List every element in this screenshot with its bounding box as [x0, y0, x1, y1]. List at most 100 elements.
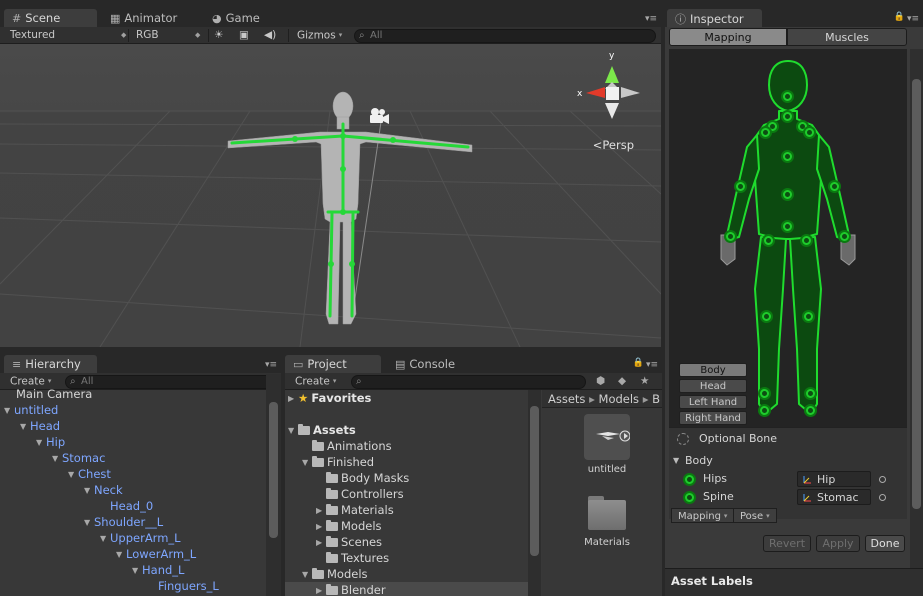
tree-item[interactable]: Main Camera	[0, 386, 92, 402]
chevron-down-icon[interactable]: ▼	[84, 483, 94, 499]
joint-right-lower-leg[interactable]	[760, 310, 773, 323]
hips-bone-field[interactable]: Hip	[797, 471, 871, 487]
project-folder-row[interactable]: ▼ Finished	[285, 454, 528, 470]
part-button-right-hand[interactable]: Right Hand	[679, 411, 747, 425]
joint-left-upper-leg[interactable]	[800, 234, 813, 247]
joint-spine[interactable]	[781, 188, 794, 201]
project-folder-row[interactable]: Body Masks	[285, 470, 528, 486]
tree-item[interactable]: ▼ LowerArm_L	[0, 546, 196, 562]
tree-item[interactable]: Head_0	[0, 498, 153, 514]
chevron-right-icon[interactable]: ▶	[316, 519, 326, 535]
avatar-body-view[interactable]: Body Head Left Hand Right Hand	[669, 49, 907, 427]
filter-type-icon[interactable]: ⬢	[596, 374, 605, 389]
scene-search-input[interactable]: ⌕ All	[354, 29, 656, 43]
chevron-down-icon[interactable]: ▼	[100, 531, 110, 547]
tab-scene[interactable]: # Scene	[4, 9, 97, 27]
scene-viewport[interactable]: y x <Persp	[0, 44, 661, 347]
tree-item[interactable]: ▼ Chest	[0, 466, 111, 482]
joint-left-lower-leg[interactable]	[802, 310, 815, 323]
chevron-down-icon[interactable]: ▼	[20, 419, 30, 435]
panel-menu-icon[interactable]: ▾≡	[907, 14, 919, 24]
joint-right-upper-leg[interactable]	[762, 234, 775, 247]
audio-toggle[interactable]: ◀)	[264, 28, 276, 43]
project-folder-row[interactable]: ▶ ★ Favorites	[285, 390, 528, 406]
projection-toggle[interactable]: <Persp	[593, 138, 634, 152]
joint-right-upper-arm[interactable]	[734, 180, 747, 193]
asset-untitled[interactable]: untitled	[577, 414, 637, 475]
joint-left-upper-arm[interactable]	[828, 180, 841, 193]
joint-left-hand[interactable]	[838, 230, 851, 243]
joint-left-foot[interactable]	[804, 387, 817, 400]
chevron-down-icon[interactable]: ▼	[302, 455, 312, 471]
spine-bone-field[interactable]: Stomac	[797, 489, 871, 505]
joint-right-toes[interactable]	[758, 404, 771, 417]
revert-button[interactable]: Revert	[763, 535, 811, 552]
create-dropdown[interactable]: Create ▾	[295, 374, 336, 389]
tab-hierarchy[interactable]: ≡ Hierarchy	[4, 355, 97, 373]
favorite-star-icon[interactable]: ★	[640, 374, 649, 389]
project-folder-row[interactable]: Textures	[285, 550, 528, 566]
chevron-right-icon[interactable]: ▶	[316, 503, 326, 519]
render-mode-dropdown[interactable]: RGB ◆	[136, 28, 206, 43]
asset-materials[interactable]: Materials	[577, 490, 637, 548]
part-button-left-hand[interactable]: Left Hand	[679, 395, 747, 409]
draw-mode-dropdown[interactable]: Textured ◆	[10, 28, 126, 43]
tree-item[interactable]: ▼ untitled	[0, 402, 58, 418]
project-folder-row[interactable]: Animations	[285, 438, 528, 454]
joint-head[interactable]	[781, 90, 794, 103]
part-button-head[interactable]: Head	[679, 379, 747, 393]
chevron-down-icon[interactable]: ▼	[288, 423, 298, 439]
lighting-toggle[interactable]: ☀	[214, 28, 223, 43]
chevron-down-icon[interactable]: ▼	[4, 403, 14, 419]
chevron-down-icon[interactable]: ▼	[84, 515, 94, 531]
joint-chest[interactable]	[781, 150, 794, 163]
chevron-down-icon[interactable]: ▼	[52, 451, 62, 467]
tree-item[interactable]: ▼ Shoulder__L	[0, 514, 163, 530]
filter-label-icon[interactable]: ◆	[618, 374, 626, 389]
scrollbar-thumb[interactable]	[269, 402, 278, 538]
asset-labels-header[interactable]: Asset Labels	[665, 568, 923, 596]
lock-icon[interactable]: 🔒	[894, 12, 905, 22]
project-folder-row[interactable]: ▼ Models	[285, 566, 528, 582]
tree-item[interactable]: ▼ Neck	[0, 482, 123, 498]
joint-right-foot[interactable]	[758, 387, 771, 400]
pose-dropdown[interactable]: Pose ▾	[733, 508, 777, 523]
chevron-down-icon[interactable]: ▼	[302, 567, 312, 583]
inspector-scrollbar[interactable]	[910, 49, 923, 569]
scrollbar-thumb[interactable]	[530, 406, 539, 556]
object-picker-icon[interactable]	[879, 476, 886, 483]
breadcrumb-blender[interactable]: B	[652, 392, 660, 406]
tab-animator[interactable]: ▦ Animator	[102, 9, 185, 27]
chevron-down-icon[interactable]: ▼	[36, 435, 46, 451]
gizmos-dropdown[interactable]: Gizmos ▾	[297, 28, 342, 43]
apply-button[interactable]: Apply	[816, 535, 860, 552]
tree-item[interactable]: ▼ Head	[0, 418, 60, 434]
breadcrumb-assets[interactable]: Assets	[548, 392, 585, 406]
project-folder-row[interactable]: ▶ Materials	[285, 502, 528, 518]
project-folder-row[interactable]: ▶ Models	[285, 518, 528, 534]
tab-mapping[interactable]: Mapping	[669, 28, 787, 46]
panel-menu-icon[interactable]: ▾≡	[645, 14, 657, 24]
tab-game[interactable]: ◕ Game	[204, 9, 268, 27]
joint-neck[interactable]	[781, 110, 794, 123]
effects-toggle[interactable]: ▣	[239, 28, 249, 43]
chevron-right-icon[interactable]: ▶	[316, 535, 326, 551]
tree-item[interactable]: ▼ Stomac	[0, 450, 105, 466]
body-section-header[interactable]: ▼ Body	[669, 452, 907, 470]
mapping-dropdown[interactable]: Mapping ▾	[671, 508, 735, 523]
project-folder-row[interactable]: ▼ Assets	[285, 422, 528, 438]
tree-item[interactable]: ▼ UpperArm_L	[0, 530, 181, 546]
joint-hips[interactable]	[781, 220, 794, 233]
object-picker-icon[interactable]	[879, 494, 886, 501]
project-folder-row[interactable]: ▶ Scenes	[285, 534, 528, 550]
joint-left-toes[interactable]	[804, 404, 817, 417]
hierarchy-search-input[interactable]: ⌕ All	[65, 375, 277, 389]
panel-menu-icon[interactable]: ▾≡	[646, 360, 658, 370]
done-button[interactable]: Done	[865, 535, 905, 552]
project-tree-scrollbar[interactable]	[528, 390, 541, 596]
breadcrumb-models[interactable]: Models	[599, 392, 640, 406]
joint-upper-chest[interactable]	[759, 126, 772, 139]
tree-item[interactable]: ▼ Hip	[0, 434, 65, 450]
tab-console[interactable]: ▤ Console	[387, 355, 463, 373]
chevron-right-icon[interactable]: ▶	[316, 583, 326, 596]
